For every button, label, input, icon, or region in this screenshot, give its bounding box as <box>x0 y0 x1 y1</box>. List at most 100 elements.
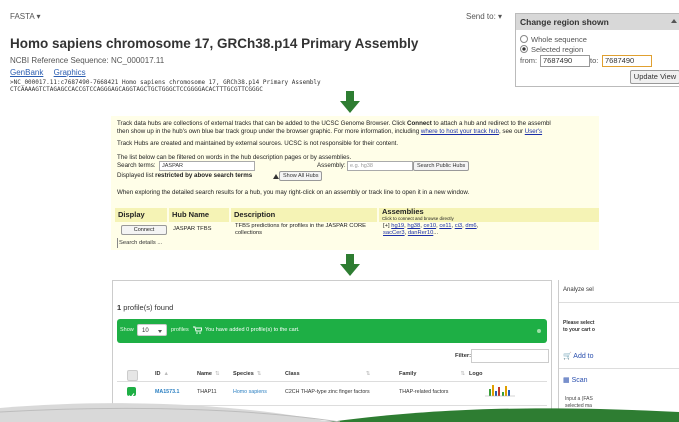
change-region-panel: Change region shown Whole sequence Selec… <box>515 13 679 87</box>
column-family[interactable]: Family ⇅ <box>399 371 465 377</box>
show-all-hubs-button[interactable]: Show All Hubs <box>279 171 323 181</box>
down-arrow-icon <box>340 91 360 113</box>
column-logo: Logo <box>469 371 483 377</box>
cart-icon: 🛒 <box>563 353 572 360</box>
column-hub-name: Hub Name <box>169 208 229 222</box>
column-id[interactable]: ID ▲ <box>155 371 169 377</box>
assembly-input[interactable]: e.g. hg38 <box>347 161 413 171</box>
send-to-menu[interactable]: Send to: ▾ <box>466 12 502 21</box>
analyze-heading: Analyze sel <box>563 287 594 293</box>
profile-species[interactable]: Homo sapiens <box>233 389 267 395</box>
checkmark-icon <box>128 393 135 399</box>
from-label: from: <box>520 56 538 65</box>
analyze-description: Please select to your cart o <box>563 320 595 333</box>
selected-region-radio[interactable] <box>520 45 528 53</box>
mouse-cursor-icon <box>273 174 279 179</box>
sequence-logo-image[interactable] <box>483 381 517 397</box>
column-class[interactable]: Class ⇅ <box>285 371 370 377</box>
ncbi-sequence-panel: FASTA ▾ Send to: ▾ Homo sapiens chromoso… <box>0 0 679 93</box>
hub-name-cell: JASPAR TFBS <box>173 226 212 232</box>
scan-input-description: Input a (FAS selected ma <box>565 396 593 409</box>
profile-family: THAP-related factors <box>399 389 449 395</box>
fasta-sequence-line: CTCAAAAGTCTAGAGCCACCGTCCAGGGAGCAGGTAGCTG… <box>10 86 263 93</box>
search-details-toggle[interactable]: Search details ... <box>119 240 162 246</box>
profile-name: THAP11 <box>197 389 217 395</box>
to-label: to: <box>590 56 599 65</box>
graphics-link[interactable]: Graphics <box>54 68 86 77</box>
profile-results-section: 1 profile(s) found Show 10 profiles You … <box>112 280 552 422</box>
reference-sequence-label: NCBI Reference Sequence: NC_000017.11 <box>10 56 165 65</box>
hub-assemblies-cell: [+] hg19, hg38, ce10, ce11, ci3, dm6, sa… <box>383 223 479 236</box>
fasta-format-menu[interactable]: FASTA ▾ <box>10 12 41 21</box>
column-display: Display <box>115 208 167 222</box>
show-label: Show <box>120 327 134 333</box>
analyze-divider <box>559 302 679 303</box>
column-description: Description <box>231 208 377 222</box>
to-input[interactable]: 7687490 <box>602 55 652 67</box>
chevron-down-icon <box>158 330 162 333</box>
analyze-selected-panel: Analyze sel Please select to your cart o… <box>558 280 679 422</box>
connect-button[interactable]: Connect <box>121 225 167 235</box>
hub-description-cell: TFBS predictions for profiles in the JAS… <box>235 223 367 236</box>
column-species[interactable]: Species ⇅ <box>233 371 261 377</box>
hub-intro-line-2: then show up in the hub's own blue bar t… <box>117 128 543 135</box>
row-divider <box>117 405 547 406</box>
select-all-checkbox[interactable] <box>127 370 138 381</box>
host-track-hub-link[interactable]: where to host your track hub <box>421 128 499 135</box>
page-size-select[interactable]: 10 <box>137 324 167 336</box>
search-terms-input[interactable]: JASPAR <box>159 161 255 171</box>
assembly-label: Assembly: <box>317 162 346 169</box>
filter-input[interactable] <box>471 349 549 363</box>
whole-sequence-radio[interactable] <box>520 35 528 43</box>
hub-disclaimer: Track Hubs are created and maintained by… <box>117 140 399 147</box>
assembly-link-ci3[interactable]: ci3 <box>455 223 462 229</box>
hub-results-table: Display Hub Name Description Assemblies … <box>115 208 599 238</box>
assembly-link-ce11[interactable]: ce11 <box>439 223 451 229</box>
down-arrow-icon <box>340 254 360 276</box>
profiles-label: profiles <box>171 327 189 333</box>
fasta-header-line: >NC_000017.11:c7687490-7668421 Homo sapi… <box>10 79 321 86</box>
search-details-divider <box>117 238 118 248</box>
entries-footer: Showing 1 to 1 of 1 entries <box>117 410 177 416</box>
column-name[interactable]: Name ⇅ <box>197 371 220 377</box>
explore-note: When exploring the detailed search resul… <box>117 189 470 196</box>
filter-note: The list below can be filtered on words … <box>117 154 352 161</box>
search-terms-label: Search terms: <box>117 162 156 169</box>
change-region-title: Change region shown <box>516 14 679 30</box>
search-public-hubs-button[interactable]: Search Public Hubs <box>413 161 470 171</box>
hub-intro-line-1: Track data hubs are collections of exter… <box>117 120 551 127</box>
page-title: Homo sapiens chromosome 17, GRCh38.p14 P… <box>10 36 419 51</box>
add-to-cart-button[interactable]: 🛒 Add to <box>563 352 594 360</box>
assembly-link-hg19[interactable]: hg19 <box>391 223 404 229</box>
whole-sequence-option[interactable]: Whole sequence <box>520 35 587 44</box>
ucsc-track-hubs-panel: Track data hubs are collections of exter… <box>111 116 599 250</box>
view-links: GenBank Graphics <box>10 68 94 77</box>
filter-label: Filter: <box>455 353 472 359</box>
row-checkbox[interactable] <box>127 387 136 399</box>
assembly-link-hg38[interactable]: hg38 <box>407 223 420 229</box>
cart-status-bar: Show 10 profiles You have added 0 profil… <box>117 319 547 343</box>
displayed-list-note: Displayed list restricted by above searc… <box>117 172 253 179</box>
scan-tool-button[interactable]: ▦ Scan <box>563 376 588 384</box>
assembly-link-danrer10[interactable]: danRer10 <box>408 230 433 236</box>
status-dot <box>537 329 541 333</box>
profiles-found-count: 1 profile(s) found <box>117 303 174 312</box>
cart-icon <box>193 326 202 334</box>
assembly-link-ce10[interactable]: ce10 <box>424 223 437 229</box>
grid-icon: ▦ <box>563 377 570 384</box>
analyze-divider <box>559 368 679 369</box>
profile-id-link[interactable]: MA1573.1 <box>155 389 179 395</box>
cart-message: You have added 0 profile(s) to the cart. <box>205 327 300 333</box>
collapse-icon[interactable] <box>671 19 677 23</box>
assemblies-subheader: Click to connect and browse directly <box>382 216 454 221</box>
from-input[interactable]: 7687490 <box>540 55 590 67</box>
profile-class: C2CH THAP-type zinc finger factors <box>285 389 370 395</box>
column-assemblies: Assemblies Click to connect and browse d… <box>379 208 599 222</box>
selected-region-option[interactable]: Selected region <box>520 45 583 54</box>
assembly-link-dm6[interactable]: dm6 <box>465 223 476 229</box>
fasta-sequence-text: >NC_000017.11:c7687490-7668421 Homo sapi… <box>10 79 321 93</box>
genbank-link[interactable]: GenBank <box>10 68 43 77</box>
users-guide-link[interactable]: User's <box>525 128 542 135</box>
assembly-link-saccer3[interactable]: sacCer3 <box>383 230 405 236</box>
update-view-button[interactable]: Update View <box>630 70 679 84</box>
